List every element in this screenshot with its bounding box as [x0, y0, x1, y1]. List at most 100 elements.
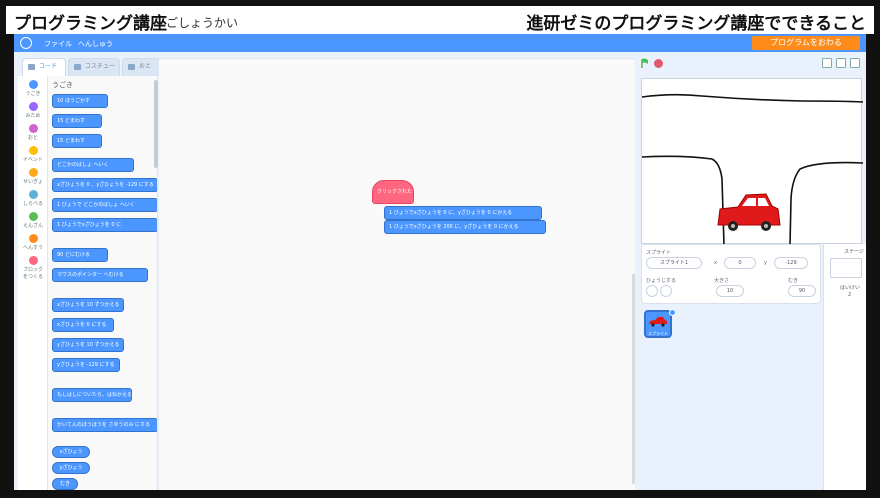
category-dot-icon: [28, 146, 38, 155]
category-dot-icon: [28, 190, 38, 199]
sprite-thumbnail[interactable]: スプライト: [644, 309, 676, 338]
red-car-sprite[interactable]: [717, 193, 781, 231]
globe-icon[interactable]: [20, 37, 32, 49]
glide-xy-block-2[interactable]: 1 びょうでxざひょうを 200 に、yざひょうを 0 にかえる: [384, 220, 546, 234]
category-variables[interactable]: へんすう: [18, 234, 48, 251]
tab-code[interactable]: コード: [22, 58, 66, 76]
block-flyout: うごき 10 ほうごかす 15 どまわす 15 どまわす どこかのばしょ へいく…: [48, 76, 158, 490]
backdrops-count: 2: [848, 292, 852, 298]
banner-right-title: 進研ゼミのプログラミング講座でできること: [526, 14, 866, 34]
x-label: x: [714, 260, 717, 266]
reporter-y-position[interactable]: yざひょう: [52, 462, 90, 474]
category-dot-icon: [28, 256, 38, 265]
size-label: 大きさ: [714, 278, 730, 284]
block-turn-left[interactable]: 15 どまわす: [52, 134, 102, 148]
category-sound[interactable]: おと: [18, 124, 48, 141]
category-dot-icon: [28, 212, 38, 221]
block-bounce[interactable]: もしはしについたら、はねかえる: [52, 388, 132, 402]
block-set-x[interactable]: xざひょうを 0 にする: [52, 318, 114, 332]
sprite-thumb-label: スプライト: [648, 331, 668, 336]
code-workspace[interactable]: [159, 58, 635, 490]
category-label: せいぎょ: [23, 179, 43, 185]
category-motion[interactable]: うごき: [18, 80, 48, 97]
stage-canvas[interactable]: [641, 78, 864, 246]
sprite-name-field[interactable]: スプライト1: [646, 257, 702, 269]
direction-label: むき: [788, 278, 799, 284]
y-label: y: [764, 260, 767, 266]
delete-sprite-icon[interactable]: [669, 309, 676, 316]
green-flag-icon[interactable]: [640, 58, 650, 68]
category-palette: うごき みため おと イベント せいぎょ しらべる えんざん へんすう ブロック…: [18, 76, 48, 490]
menu-edit[interactable]: へんしゅう: [78, 39, 113, 49]
hide-visible-icon[interactable]: [660, 285, 672, 297]
speaker-icon: [128, 64, 135, 70]
sprite-label: スプライト: [646, 250, 672, 256]
flyout-category-title: うごき: [52, 81, 73, 89]
menu-bar: ファイル へんしゅう プログラムをおわる: [14, 34, 866, 52]
block-glide-to[interactable]: 1 びょうで どこかのばしょ へいく: [52, 198, 157, 212]
tab-sound[interactable]: おと: [122, 58, 160, 76]
stage-header: [636, 54, 866, 76]
category-control[interactable]: せいぎょ: [18, 168, 48, 185]
category-label: ブロック をつくる: [22, 267, 43, 280]
category-operators[interactable]: えんざん: [18, 212, 48, 229]
workspace-scrollbar[interactable]: [632, 274, 635, 484]
block-change-x[interactable]: xざひょうを 10 ずつかえる: [52, 298, 124, 312]
glide-xy-block-1[interactable]: 1 びょうでxざひょうを 0 に、yざひょうを 0 にかえる: [384, 206, 542, 220]
small-stage-icon[interactable]: [822, 58, 832, 68]
reporter-direction[interactable]: むき: [52, 478, 78, 490]
fullscreen-icon[interactable]: [850, 58, 860, 68]
video-frame: プログラミング講座 ごしょうかい 進研ゼミのプログラミング講座でできること ファ…: [0, 0, 880, 498]
tab-sound-label: おと: [139, 63, 152, 70]
banner-left-title: プログラミング講座: [14, 14, 167, 34]
stage-drawing: [641, 93, 864, 246]
category-label: おと: [27, 135, 38, 141]
stage-panel-title: ステージ: [844, 249, 864, 255]
category-dot-icon: [28, 80, 38, 89]
title-banner: プログラミング講座 ごしょうかい 進研ゼミのプログラミング講座でできること: [6, 6, 874, 34]
block-go-to-xy[interactable]: xざひょうを 0 、yざひょうを -129 にする: [52, 178, 157, 192]
x-field[interactable]: 0: [724, 257, 756, 269]
block-set-y[interactable]: yざひょうを -129 にする: [52, 358, 120, 372]
block-change-y[interactable]: yざひょうを 10 ずつかえる: [52, 338, 124, 352]
end-program-button[interactable]: プログラムをおわる: [752, 36, 860, 50]
category-looks[interactable]: みため: [18, 102, 48, 119]
block-turn-right[interactable]: 15 どまわす: [52, 114, 102, 128]
show-visible-icon[interactable]: [646, 285, 658, 297]
category-label: へんすう: [23, 245, 43, 251]
sprite-panel: スプライト スプライト1 x 0 y -129 ひょうじする 大きさ 10 むき…: [641, 244, 821, 490]
category-label: しらべる: [22, 201, 43, 207]
category-label: みため: [25, 113, 41, 119]
block-move-steps[interactable]: 10 ほうごかす: [52, 94, 108, 108]
block-glide-to-xy[interactable]: 1 びょうでxざひょうを 0 に: [52, 218, 157, 232]
block-point-direction[interactable]: 90 どにむける: [52, 248, 108, 262]
show-label: ひょうじする: [646, 278, 677, 284]
category-dot-icon: [28, 234, 38, 243]
sprite-list: スプライト: [641, 306, 821, 490]
direction-field[interactable]: 90: [788, 285, 816, 297]
block-point-towards[interactable]: マウスのポインター へむける: [52, 268, 148, 282]
y-field[interactable]: -129: [774, 257, 808, 269]
reporter-x-position[interactable]: xざひょう: [52, 446, 90, 458]
category-my-blocks[interactable]: ブロック をつくる: [18, 256, 48, 280]
flyout-scrollbar[interactable]: [154, 80, 158, 168]
category-label: うごき: [25, 91, 41, 97]
car-thumb-icon: [649, 317, 667, 327]
category-sensing[interactable]: しらべる: [18, 190, 48, 207]
backdrop-thumbnail[interactable]: [830, 258, 862, 278]
size-field[interactable]: 10: [716, 285, 744, 297]
brush-icon: [74, 64, 81, 70]
category-events[interactable]: イベント: [18, 146, 48, 163]
category-label: イベント: [22, 157, 43, 163]
large-stage-icon[interactable]: [836, 58, 846, 68]
stop-icon[interactable]: [654, 59, 663, 68]
block-go-to[interactable]: どこかのばしょ へいく: [52, 158, 134, 172]
when-clicked-hat-block[interactable]: クリックされたとき: [372, 180, 414, 217]
banner-left-subtitle: ごしょうかい: [166, 16, 239, 30]
tab-costume[interactable]: コスチューム: [68, 58, 120, 86]
block-rotation-style[interactable]: かいてんのほうほうを さゆうのみ にする: [52, 418, 157, 432]
code-icon: [28, 64, 35, 70]
category-dot-icon: [28, 124, 38, 133]
stage-target-panel[interactable]: ステージ はいけい 2: [823, 244, 866, 490]
menu-file[interactable]: ファイル: [44, 39, 72, 49]
